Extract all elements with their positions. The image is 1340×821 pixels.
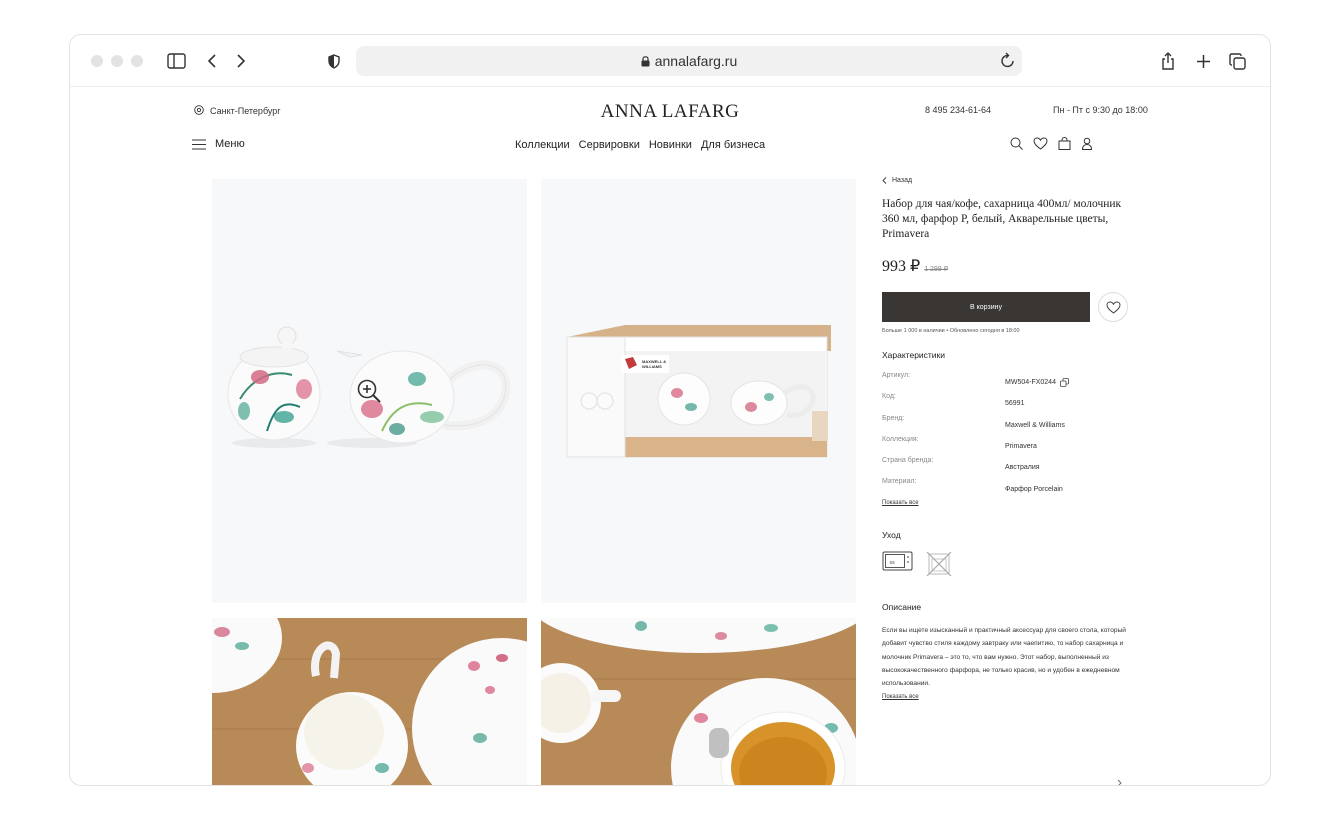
lock-icon: [641, 55, 650, 66]
stock-status: Больше 1 000 в наличии • Обновлено сегод…: [882, 328, 1020, 334]
forward-nav-icon[interactable]: [234, 49, 248, 73]
spec-value: Фарфор Porcelain: [1005, 485, 1063, 493]
spec-value: Австралия: [1005, 464, 1040, 472]
page-content: Санкт-Петербург ANNA LAFARG 8 495 234-61…: [70, 87, 1270, 786]
top-info-bar: Санкт-Петербург ANNA LAFARG 8 495 234-61…: [70, 87, 1270, 133]
product-photo-main[interactable]: [212, 179, 527, 603]
nav-link-collections[interactable]: Коллекции: [515, 139, 570, 151]
spec-value[interactable]: Primavera: [1005, 436, 1037, 457]
back-label: Назад: [892, 177, 913, 184]
product-photo-box[interactable]: MAXWELL & WILLIAMS: [541, 179, 856, 603]
phone-number[interactable]: 8 495 234-61-64: [925, 105, 991, 115]
specs-title: Характеристики: [882, 350, 946, 360]
product-title: Набор для чая/кофе, сахарница 400мл/ мол…: [882, 198, 1122, 240]
shopping-bag-icon[interactable]: [1058, 137, 1071, 150]
sku-value: MW504-FX0244: [1005, 379, 1056, 387]
chevron-left-icon: [882, 177, 887, 184]
nav-link-business[interactable]: Для бизнеса: [701, 139, 765, 151]
spec-row: Бренд: Maxwell & Williams: [882, 415, 1132, 436]
zoom-in-icon[interactable]: [356, 378, 382, 409]
back-nav-icon[interactable]: [205, 49, 219, 73]
description-text: Если вы ищете изысканный и практичный ак…: [882, 626, 1126, 688]
buy-row: В корзину: [882, 292, 1132, 322]
spec-row: Коллекция: Primavera: [882, 436, 1132, 457]
add-to-cart-button[interactable]: В корзину: [882, 292, 1090, 322]
url-text: annalafarg.ru: [654, 53, 738, 69]
header-actions: [1010, 137, 1093, 150]
reload-icon[interactable]: [1000, 51, 1016, 72]
specs-list: Артикул: MW504-FX0244 Код: 56991 Бренд: …: [882, 372, 1132, 500]
current-price: 993 ₽: [882, 258, 921, 275]
old-price: 1 299 ₽: [924, 266, 949, 273]
privacy-shield-icon[interactable]: [327, 49, 341, 73]
menu-label: Меню: [215, 138, 245, 150]
back-link[interactable]: Назад: [882, 177, 1132, 184]
price-block: 993 ₽ 1 299 ₽: [882, 256, 1132, 276]
add-to-wishlist-button[interactable]: [1098, 292, 1128, 322]
working-hours: Пн - Пт с 9:30 до 18:00: [1053, 105, 1148, 115]
main-nav: Меню Коллекции Сервировки Новинки Для би…: [70, 135, 1270, 157]
nav-link-servings[interactable]: Сервировки: [579, 139, 640, 151]
svg-text:ss: ss: [890, 560, 896, 566]
spec-key: Материал:: [882, 478, 917, 486]
spec-row: Код: 56991: [882, 393, 1132, 414]
spec-key: Страна бренда:: [882, 457, 934, 465]
product-photo-teacup[interactable]: [541, 618, 856, 785]
no-dishwasher-icon: [926, 551, 952, 577]
window-controls: [91, 55, 143, 67]
product-photo-creamer[interactable]: [212, 618, 527, 785]
spec-key: Код:: [882, 393, 896, 401]
care-section: Уход ss: [882, 530, 1132, 578]
spec-key: Бренд:: [882, 414, 905, 422]
spec-value: MW504-FX0244: [1005, 372, 1069, 393]
care-icons: ss: [882, 550, 1132, 578]
new-tab-icon[interactable]: [1195, 49, 1211, 73]
nav-links: Коллекции Сервировки Новинки Для бизнеса: [515, 139, 765, 151]
spec-value: 56991: [1005, 400, 1025, 408]
description-section: Описание Если вы ищете изысканный и прак…: [882, 602, 1132, 700]
box-brand-text: MAXWELL & WILLIAMS: [642, 359, 667, 369]
microwave-icon: ss: [882, 551, 913, 571]
heart-icon[interactable]: [1033, 137, 1048, 150]
tabs-overview-icon[interactable]: [1228, 49, 1246, 73]
address-bar[interactable]: annalafarg.ru: [356, 46, 1022, 76]
close-window-button[interactable]: [91, 55, 103, 67]
spec-row: Страна бренда: Австралия: [882, 457, 1132, 478]
search-icon[interactable]: [1010, 137, 1023, 150]
heart-icon: [1105, 300, 1121, 314]
spec-row: Материал: Фарфор Porcelain: [882, 478, 1132, 499]
menu-button[interactable]: Меню: [192, 138, 245, 150]
nav-link-new[interactable]: Новинки: [649, 139, 692, 151]
product-info-panel: Назад Набор для чая/кофе, сахарница 400м…: [882, 177, 1132, 700]
show-all-specs-link[interactable]: Показать все: [882, 500, 1132, 506]
specs-section: Характеристики Артикул: MW504-FX0244 Код…: [882, 350, 1132, 506]
spec-key: Коллекция:: [882, 435, 919, 443]
browser-toolbar: annalafarg.ru: [70, 35, 1270, 87]
show-all-description-link[interactable]: Показать все: [882, 694, 1132, 700]
sidebar-toggle-icon[interactable]: [166, 49, 186, 73]
zoom-window-button[interactable]: [131, 55, 143, 67]
description-title: Описание: [882, 601, 922, 612]
spec-value[interactable]: Maxwell & Williams: [1005, 415, 1065, 436]
spec-key: Артикул:: [882, 372, 911, 379]
spec-row: Артикул: MW504-FX0244: [882, 372, 1132, 393]
collapsed-section-label: [882, 785, 942, 786]
user-icon[interactable]: [1081, 137, 1093, 150]
copy-icon[interactable]: [1060, 378, 1069, 388]
minimize-window-button[interactable]: [111, 55, 123, 67]
collapsed-section-row[interactable]: [882, 779, 1122, 786]
hamburger-icon: [192, 139, 206, 149]
browser-window: annalafarg.ru Санкт-Петербург ANNA LAFAR…: [69, 34, 1271, 786]
share-icon[interactable]: [1160, 49, 1176, 73]
care-title: Уход: [882, 529, 901, 540]
chevron-right-icon: [1117, 779, 1122, 785]
